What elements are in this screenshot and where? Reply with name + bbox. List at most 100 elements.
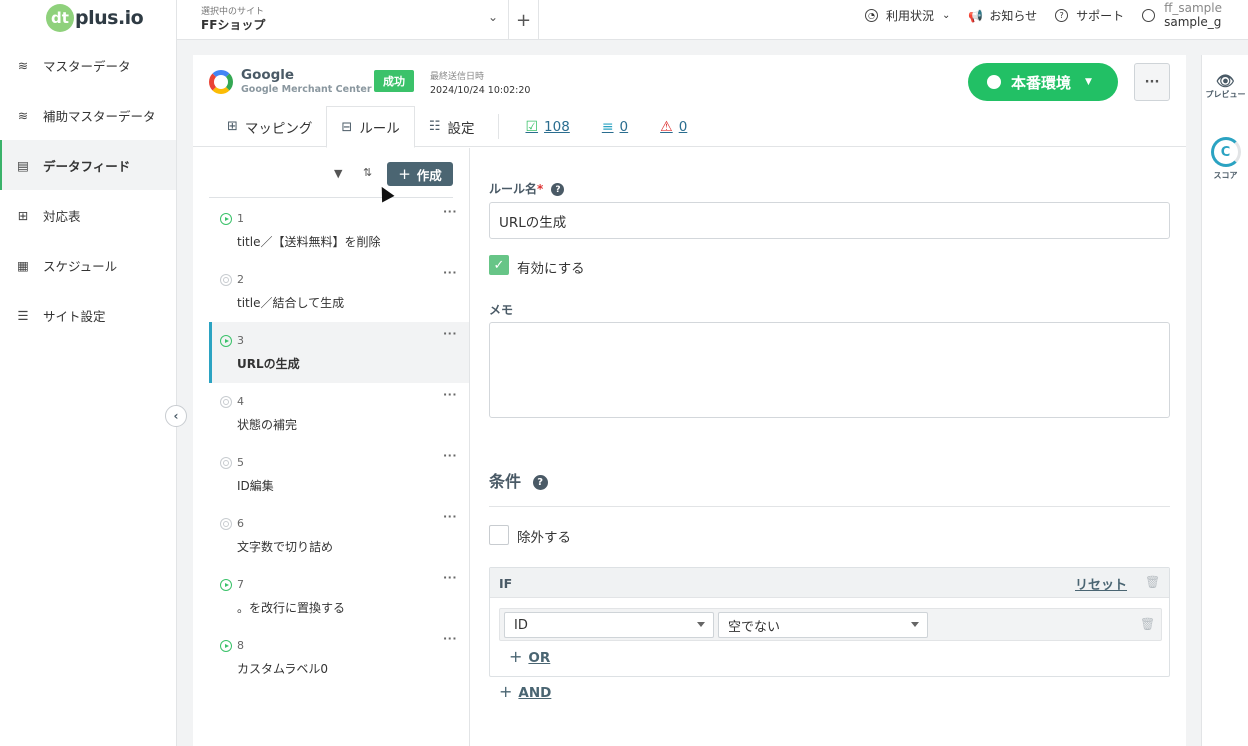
tab-rules[interactable]: ⊟ ルール — [326, 106, 415, 148]
channel-header: Google Google Merchant Center 成功 最終送信日時 … — [193, 55, 1186, 148]
check-list-icon: ☑ — [525, 118, 539, 135]
caret-down-icon: ▼ — [1085, 77, 1092, 87]
score-gauge-icon: C — [1210, 137, 1241, 167]
rule-item[interactable]: 2 title／結合して生成 ··· — [209, 261, 469, 322]
collapse-sidebar-button[interactable]: ‹ — [165, 405, 187, 427]
operator-select[interactable]: 空でない — [718, 612, 928, 638]
user-menu[interactable]: ff_sample sample_g — [1142, 1, 1222, 29]
score-button[interactable]: C スコア — [1202, 137, 1248, 181]
rule-number: 6 — [237, 517, 244, 530]
trash-icon[interactable]: 🗑 — [1140, 617, 1155, 631]
rule-name-input[interactable]: URLの生成 — [489, 202, 1170, 239]
rule-item[interactable]: 1 title／【送料無料】を削除 ··· — [209, 200, 469, 261]
sidebar-item-aux-master-data[interactable]: ≋ 補助マスターデータ — [0, 90, 176, 140]
more-options-button[interactable]: ··· — [1134, 63, 1170, 101]
exclude-checkbox[interactable] — [489, 525, 509, 545]
tab-settings[interactable]: ☷ 設定 — [415, 106, 489, 147]
field-select[interactable]: ID — [504, 612, 714, 638]
rule-menu-icon[interactable]: ··· — [443, 205, 457, 218]
user-icon — [1142, 8, 1156, 22]
sidebar-item-label: 補助マスターデータ — [43, 108, 156, 124]
preview-button[interactable]: 👁 プレビュー — [1202, 73, 1248, 100]
news-label: お知らせ — [989, 9, 1038, 23]
environment-label: 本番環境 — [1011, 73, 1072, 92]
rule-name-label-text: ルール名 — [489, 182, 538, 196]
help-icon[interactable]: ? — [551, 183, 565, 196]
settings-icon: ☷ — [428, 119, 441, 134]
if-header: IF リセット 🗑 — [490, 568, 1169, 598]
logo-text: plus.io — [75, 7, 144, 29]
help-icon[interactable]: ? — [532, 475, 548, 490]
excluded-count-link[interactable]: ≡ 0 — [586, 106, 644, 147]
tab-mapping[interactable]: ⊞ マッピング — [213, 106, 326, 147]
play-status-icon — [220, 640, 232, 652]
mapping-icon: ⊞ — [227, 119, 238, 134]
add-site-button[interactable]: + — [509, 0, 539, 40]
memo-textarea[interactable] — [489, 322, 1170, 418]
trash-icon[interactable]: 🗑 — [1145, 575, 1160, 589]
channel-subtitle: Google Merchant Center — [241, 84, 372, 95]
tab-label: ルール — [359, 121, 400, 137]
rule-name: 。を改行に置換する — [237, 601, 346, 615]
and-label: AND — [518, 685, 552, 701]
status-dot-icon — [987, 75, 1001, 89]
sidebar-item-master-data[interactable]: ≋ マスターデータ — [0, 40, 176, 90]
rule-number: 4 — [237, 395, 244, 408]
usage-menu[interactable]: ◔ 利用状況 ⌄ — [864, 7, 951, 24]
disabled-status-icon — [220, 457, 232, 469]
rule-menu-icon[interactable]: ··· — [443, 327, 457, 340]
add-or-button[interactable]: + OR — [509, 647, 550, 666]
rule-item-selected[interactable]: 3 URLの生成 ··· — [209, 322, 469, 383]
site-selector[interactable]: 選択中のサイト FFショップ ⌄ — [177, 0, 509, 40]
divider — [209, 197, 453, 198]
condition-row: ID 空でない 🗑 — [499, 608, 1162, 641]
sidebar-item-label: データフィード — [43, 158, 131, 174]
rules-icon: ⊟ — [341, 119, 353, 135]
sidebar-item-mapping-table[interactable]: ⊞ 対応表 — [0, 190, 176, 240]
rule-item[interactable]: 7 。を改行に置換する ··· — [209, 566, 469, 627]
logo[interactable]: dt plus.io — [46, 3, 144, 33]
chevron-down-icon: ⌄ — [941, 10, 951, 21]
sidebar-item-label: マスターデータ — [43, 58, 131, 74]
last-sent-label: 最終送信日時 — [430, 72, 485, 82]
usage-label: 利用状況 — [885, 9, 934, 23]
rule-menu-icon[interactable]: ··· — [443, 510, 457, 523]
excluded-count: 0 — [619, 118, 629, 135]
megaphone-icon: 📢 — [968, 8, 984, 23]
rule-number: 3 — [237, 334, 244, 347]
rule-menu-icon[interactable]: ··· — [443, 571, 457, 584]
news-link[interactable]: 📢 お知らせ — [968, 7, 1037, 24]
rule-menu-icon[interactable]: ··· — [443, 632, 457, 645]
add-and-button[interactable]: + AND — [499, 682, 551, 701]
rule-item[interactable]: 5 ID編集 ··· — [209, 444, 469, 505]
create-rule-button[interactable]: + 作成 — [387, 162, 453, 186]
tab-divider — [498, 114, 500, 139]
rule-menu-icon[interactable]: ··· — [443, 266, 457, 279]
help-icon: ? — [1055, 9, 1069, 22]
error-count-link[interactable]: ⚠ 0 — [644, 106, 703, 147]
sidebar-item-data-feed[interactable]: ▤ データフィード — [0, 140, 176, 190]
right-rail: 👁 プレビュー C スコア — [1201, 55, 1248, 746]
support-link[interactable]: ? サポート — [1055, 7, 1124, 24]
reset-link[interactable]: リセット — [1075, 574, 1127, 593]
rule-item[interactable]: 6 文字数で切り詰め ··· — [209, 505, 469, 566]
filter-icon[interactable]: ▼ — [334, 167, 342, 180]
site-selector-value: FFショップ — [201, 18, 266, 32]
rule-item[interactable]: 8 カスタムラベル0 ··· — [209, 627, 469, 688]
rule-name: 状態の補完 — [237, 418, 298, 432]
rule-number: 1 — [237, 212, 244, 225]
database-add-icon: ≋ — [17, 107, 29, 123]
rule-menu-icon[interactable]: ··· — [443, 388, 457, 401]
ok-count-link[interactable]: ☑ 108 — [509, 106, 585, 147]
sidebar-item-label: サイト設定 — [43, 308, 106, 324]
sidebar-item-site-settings[interactable]: ☰ サイト設定 — [0, 290, 176, 340]
environment-button[interactable]: 本番環境 ▼ — [968, 63, 1118, 101]
rule-item[interactable]: 4 状態の補完 ··· — [209, 383, 469, 444]
caret-down-icon — [697, 622, 705, 627]
sort-icon[interactable]: ⇅ — [363, 166, 372, 179]
rule-menu-icon[interactable]: ··· — [443, 449, 457, 462]
conditions-title-text: 条件 — [489, 472, 522, 491]
feed-card: Google Google Merchant Center 成功 最終送信日時 … — [193, 55, 1186, 746]
enabled-checkbox[interactable]: ✓ — [489, 255, 509, 275]
sidebar-item-schedule[interactable]: ▦ スケジュール — [0, 240, 176, 290]
